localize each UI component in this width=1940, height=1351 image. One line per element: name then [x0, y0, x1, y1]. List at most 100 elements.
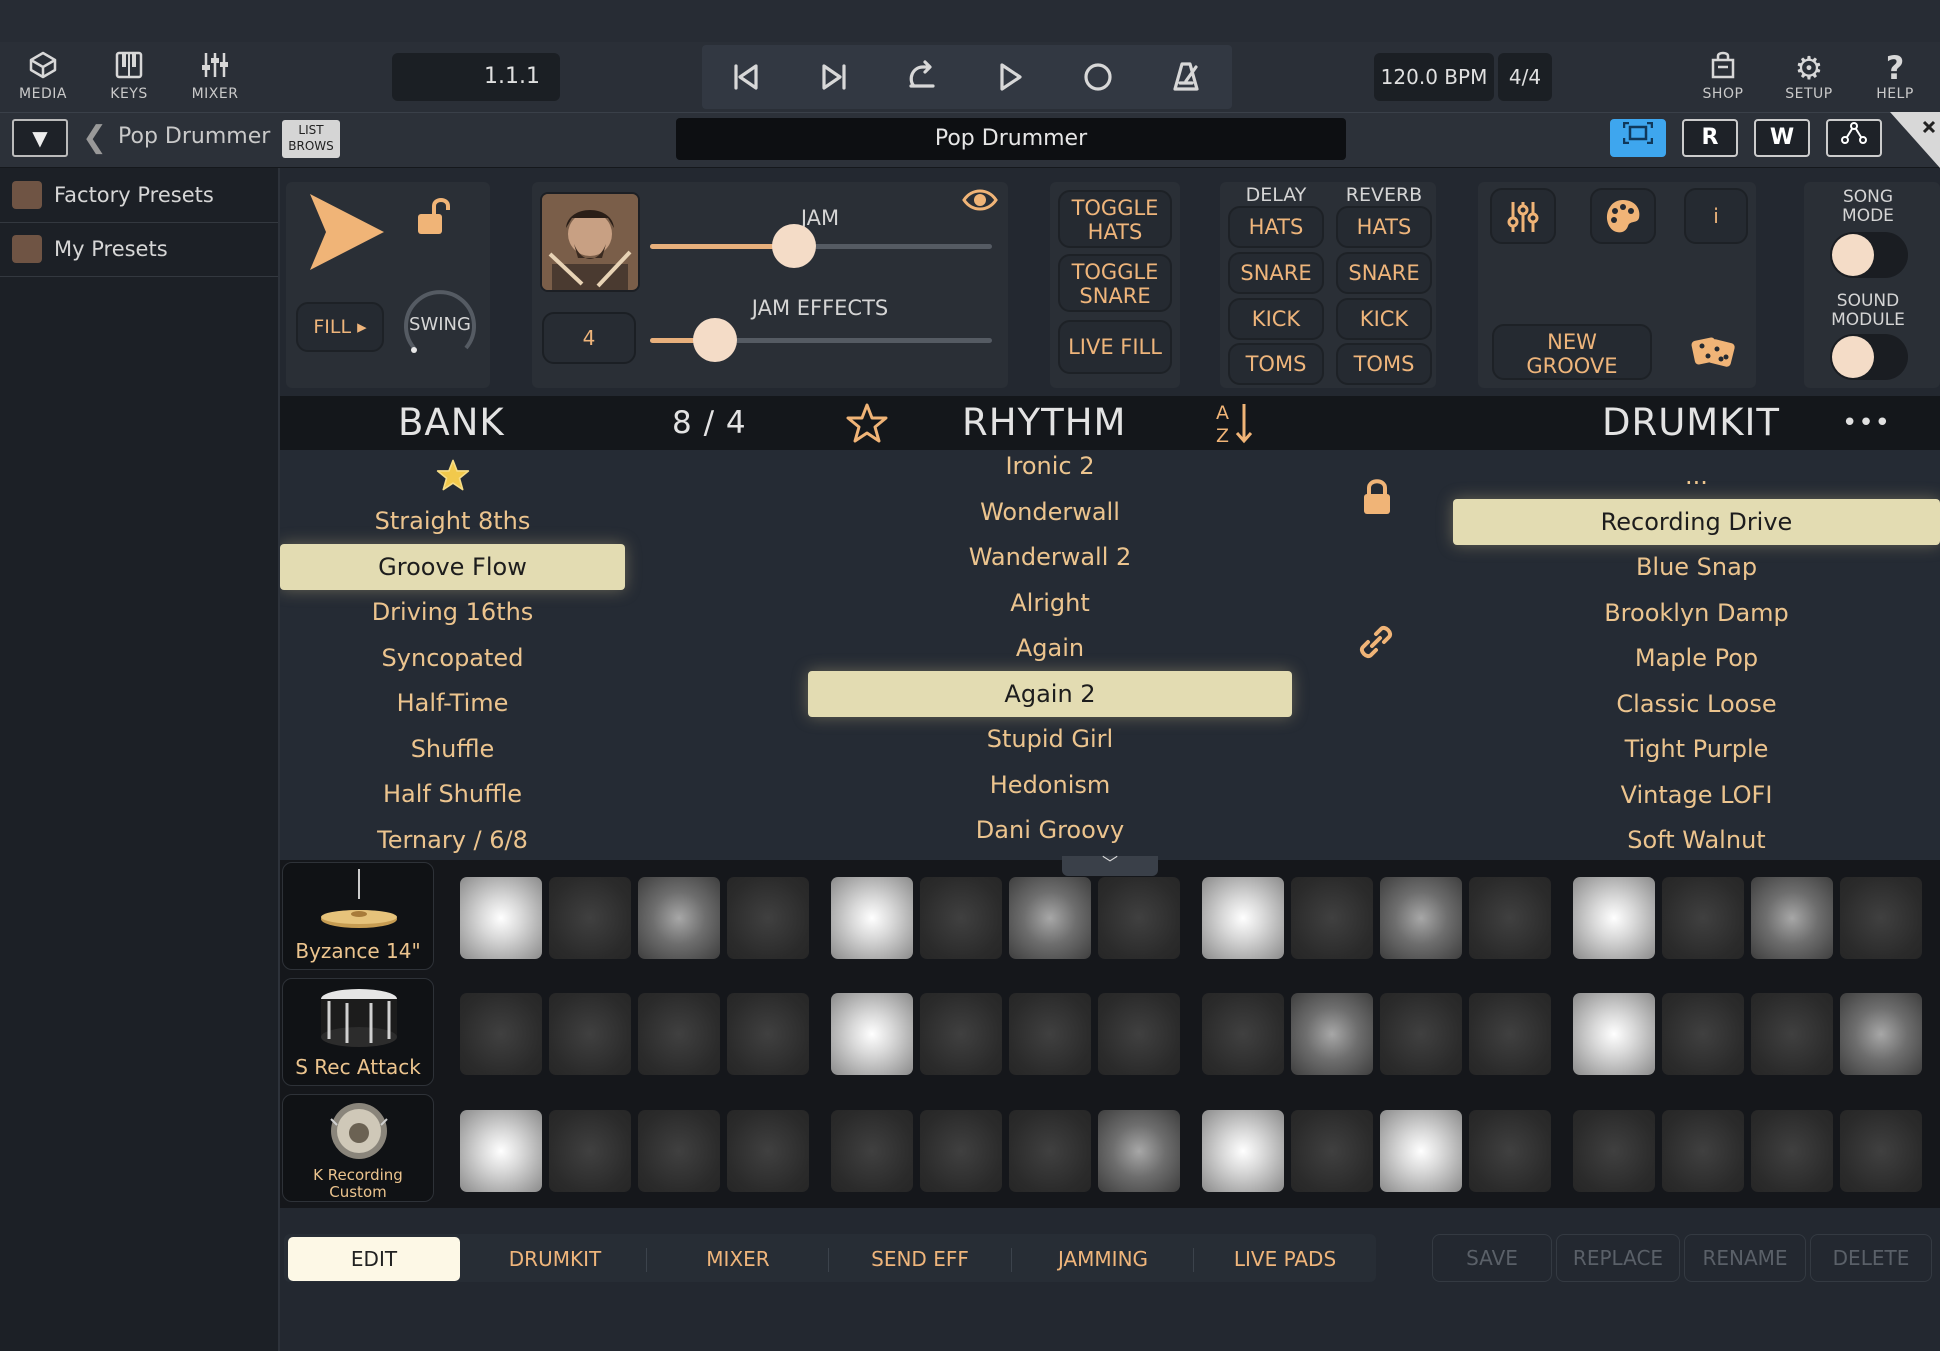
- step-pad[interactable]: [460, 877, 542, 959]
- toggle-hats-button[interactable]: TOGGLE HATS: [1058, 190, 1172, 248]
- drumkit-item[interactable]: Tight Purple: [1453, 726, 1940, 772]
- drumkit-item[interactable]: Vintage LOFI: [1453, 772, 1940, 818]
- step-pad[interactable]: [460, 1110, 542, 1192]
- fullscreen-button[interactable]: [1610, 119, 1666, 157]
- step-pad[interactable]: [831, 993, 913, 1075]
- step-pad[interactable]: [1202, 1110, 1284, 1192]
- step-pad[interactable]: [1469, 877, 1551, 959]
- rename-button[interactable]: RENAME: [1684, 1234, 1806, 1282]
- bank-item[interactable]: Syncopated: [280, 635, 625, 681]
- visibility-button[interactable]: [962, 186, 998, 218]
- tab-send-eff[interactable]: SEND EFF: [830, 1237, 1010, 1281]
- step-pad[interactable]: [920, 1110, 1002, 1192]
- collapse-handle[interactable]: ﹀: [1062, 856, 1158, 876]
- song-mode-toggle[interactable]: [1830, 232, 1908, 278]
- step-pad[interactable]: [831, 1110, 913, 1192]
- step-pad[interactable]: [549, 1110, 631, 1192]
- step-pad[interactable]: [1840, 877, 1922, 959]
- rhythm-item[interactable]: Again: [808, 625, 1292, 671]
- sliders-button[interactable]: [1490, 188, 1556, 244]
- step-pad[interactable]: [1098, 1110, 1180, 1192]
- save-button[interactable]: SAVE: [1432, 1234, 1552, 1282]
- shop-button[interactable]: SHOP: [1688, 50, 1758, 110]
- instrument-tile-snare[interactable]: S Rec Attack: [282, 978, 434, 1086]
- more-options-button[interactable]: •••: [1842, 396, 1891, 450]
- bank-item[interactable]: Groove Flow: [280, 543, 625, 590]
- complexity-box[interactable]: 4: [542, 312, 636, 364]
- routing-button[interactable]: [1826, 119, 1882, 157]
- randomize-button[interactable]: [1690, 330, 1736, 376]
- bank-item[interactable]: Ternary / 6/8: [280, 817, 625, 861]
- big-play-button[interactable]: [306, 192, 388, 276]
- skip-next-button[interactable]: [790, 45, 878, 109]
- sidebar-item-factory-presets[interactable]: Factory Presets: [0, 168, 278, 223]
- step-pad[interactable]: [1009, 993, 1091, 1075]
- rhythm-item[interactable]: Wanderwall 2: [808, 534, 1292, 580]
- sound-module-toggle[interactable]: [1830, 334, 1908, 380]
- rhythm-item[interactable]: Wonderwall: [808, 489, 1292, 535]
- tab-mixer[interactable]: MIXER: [648, 1237, 828, 1281]
- step-pad[interactable]: [460, 993, 542, 1075]
- link-button[interactable]: [1354, 620, 1398, 668]
- step-pad[interactable]: [727, 877, 809, 959]
- skip-start-button[interactable]: [702, 45, 790, 109]
- rhythm-item[interactable]: Stupid Girl: [808, 716, 1292, 762]
- reverb-hats-button[interactable]: HATS: [1336, 206, 1432, 248]
- step-pad[interactable]: [920, 993, 1002, 1075]
- step-pad[interactable]: [920, 877, 1002, 959]
- step-pad[interactable]: [1009, 1110, 1091, 1192]
- step-pad[interactable]: [1751, 877, 1833, 959]
- step-pad[interactable]: [1662, 1110, 1744, 1192]
- drumkit-item[interactable]: Classic Loose: [1453, 681, 1940, 727]
- time-signature-display[interactable]: 4/4: [1498, 53, 1552, 101]
- step-pad[interactable]: [638, 993, 720, 1075]
- list-browse-toggle[interactable]: LIST BROWS: [282, 120, 340, 158]
- step-pad[interactable]: [1840, 1110, 1922, 1192]
- rhythm-item[interactable]: Hedonism: [808, 762, 1292, 808]
- jam-slider[interactable]: [650, 222, 992, 272]
- song-position-display[interactable]: 1.1.1: [392, 53, 560, 101]
- play-button[interactable]: [966, 45, 1054, 109]
- drumkit-item[interactable]: Soft Walnut: [1453, 817, 1940, 860]
- reverb-kick-button[interactable]: KICK: [1336, 298, 1432, 340]
- read-automation-button[interactable]: R: [1682, 119, 1738, 157]
- step-pad[interactable]: [831, 877, 913, 959]
- tab-live-pads[interactable]: LIVE PADS: [1195, 1237, 1375, 1281]
- step-pad[interactable]: [1291, 993, 1373, 1075]
- step-pad[interactable]: [727, 1110, 809, 1192]
- tab-edit[interactable]: EDIT: [288, 1237, 460, 1281]
- step-pad[interactable]: [1469, 1110, 1551, 1192]
- loop-button[interactable]: [878, 45, 966, 109]
- preset-dropdown-button[interactable]: ▼: [12, 119, 68, 157]
- step-pad[interactable]: [1202, 877, 1284, 959]
- step-pad[interactable]: [1573, 993, 1655, 1075]
- step-pad[interactable]: [727, 993, 809, 1075]
- sort-button[interactable]: AZ: [1214, 400, 1254, 450]
- rhythm-item[interactable]: Alright: [808, 580, 1292, 626]
- tab-jamming[interactable]: JAMMING: [1013, 1237, 1193, 1281]
- step-pad[interactable]: [1291, 1110, 1373, 1192]
- bank-item[interactable]: Half Shuffle: [280, 771, 625, 817]
- jam-effects-slider-knob[interactable]: [692, 318, 737, 362]
- unlock-button[interactable]: [414, 196, 454, 244]
- tempo-display[interactable]: 120.0 BPM: [1374, 53, 1494, 101]
- step-pad[interactable]: [1573, 1110, 1655, 1192]
- back-chevron-icon[interactable]: ❮: [82, 120, 107, 156]
- rhythm-item[interactable]: Dani Groovy: [808, 807, 1292, 853]
- step-pad[interactable]: [1662, 877, 1744, 959]
- delay-snare-button[interactable]: SNARE: [1228, 252, 1324, 294]
- step-pad[interactable]: [1751, 1110, 1833, 1192]
- delete-button[interactable]: DELETE: [1810, 1234, 1932, 1282]
- metronome-button[interactable]: [1142, 45, 1230, 109]
- step-pad[interactable]: [638, 1110, 720, 1192]
- setup-button[interactable]: ⚙ SETUP: [1774, 50, 1844, 110]
- drumkit-item[interactable]: Maple Pop: [1453, 635, 1940, 681]
- info-button[interactable]: i: [1684, 188, 1748, 244]
- step-pad[interactable]: [549, 993, 631, 1075]
- favorites-star-icon[interactable]: [436, 458, 470, 496]
- sidebar-item-my-presets[interactable]: My Presets: [0, 222, 278, 277]
- drumkit-item[interactable]: ...: [1453, 453, 1940, 499]
- delay-toms-button[interactable]: TOMS: [1228, 343, 1324, 385]
- drummer-portrait[interactable]: [540, 192, 640, 292]
- media-button[interactable]: MEDIA: [8, 50, 78, 110]
